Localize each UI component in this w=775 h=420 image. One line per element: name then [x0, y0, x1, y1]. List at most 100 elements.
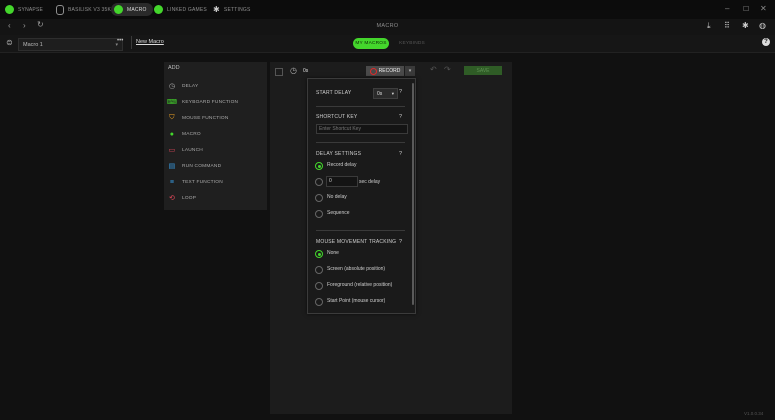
sec-delay-input[interactable]: 0 — [326, 176, 358, 187]
version-label: V1.0.0.34 — [744, 411, 764, 416]
sec-delay-radio[interactable] — [315, 178, 323, 186]
macro-bar: ⊜ Macro 1 ▾ ••• New Macro MY MACROS KEYB… — [0, 35, 775, 53]
mouse-icon: ⛉ — [169, 114, 175, 121]
keyboard-icon: ⌨ — [166, 99, 178, 106]
tracking-start-point-radio[interactable] — [315, 298, 323, 306]
delay-settings-label: DELAY SETTINGS — [316, 151, 362, 157]
add-keyboard-function[interactable]: ⌨ KEYBOARD FUNCTION — [166, 97, 239, 107]
add-text-function[interactable]: ≡ TEXT FUNCTION — [168, 177, 223, 187]
help-icon[interactable]: ? — [399, 114, 402, 120]
shortcut-key-label: SHORTCUT KEY — [316, 114, 358, 120]
start-delay-select[interactable]: 0s ▾ — [373, 88, 398, 99]
help-icon[interactable]: ? — [762, 38, 770, 46]
add-launch[interactable]: ▭ LAUNCH — [168, 145, 203, 155]
add-item-label: DELAY — [182, 83, 199, 89]
tab-label: MY MACROS — [355, 41, 387, 46]
clock-icon: ◷ — [168, 83, 176, 90]
mouse-tracking-label: MOUSE MOVEMENT TRACKING — [316, 239, 397, 245]
macro-icon — [114, 5, 123, 14]
tracking-start-point-label: Start Point (mouse cursor) — [327, 298, 386, 304]
close-icon[interactable]: ✕ — [760, 4, 767, 13]
tab-settings[interactable]: ✱ SETTINGS — [213, 3, 251, 16]
loop-icon: ⟲ — [168, 195, 176, 202]
shortcut-key-input[interactable] — [316, 124, 408, 134]
page-title: MACRO — [376, 23, 399, 29]
save-label: SAVE — [476, 67, 490, 74]
dropdown-scrollbar[interactable] — [412, 83, 414, 305]
nav-bar: ‹ › ↻ MACRO ⤓ ⠿ ✱ ◍ — [0, 19, 775, 35]
add-macro[interactable]: ● MACRO — [168, 129, 201, 139]
sequence-radio[interactable] — [315, 210, 323, 218]
mouse-icon — [56, 4, 64, 15]
add-item-label: KEYBOARD FUNCTION — [182, 99, 239, 105]
divider — [316, 106, 405, 107]
tab-synapse[interactable]: SYNAPSE — [5, 3, 43, 16]
sequence-label: Sequence — [327, 210, 350, 216]
start-delay-label: START DELAY — [316, 90, 352, 96]
maximize-icon[interactable]: ☐ — [743, 5, 749, 13]
add-mouse-function[interactable]: ⛉ MOUSE FUNCTION — [168, 113, 229, 123]
grid-icon[interactable]: ⠿ — [724, 21, 730, 30]
text-icon: ≡ — [169, 178, 175, 186]
tracking-foreground-label: Foreground (relative position) — [327, 282, 393, 288]
macro-list-icon: ⊜ — [6, 38, 13, 47]
record-delay-radio[interactable] — [315, 162, 323, 170]
help-icon[interactable]: ? — [399, 151, 402, 157]
top-tab-bar: SYNAPSE BASILISK V3 35K MACRO LINKED GAM… — [0, 0, 775, 19]
tab-label: KEYBINDS — [399, 41, 425, 46]
total-time: 0s — [303, 68, 309, 74]
add-panel-title: ADD — [168, 65, 180, 71]
macro-select[interactable]: Macro 1 ▾ — [18, 38, 123, 51]
record-label: RECORD — [378, 68, 401, 74]
terminal-icon: ▤ — [168, 163, 176, 170]
tracking-foreground-radio[interactable] — [315, 282, 323, 290]
account-icon[interactable]: ◍ — [759, 21, 766, 30]
help-icon[interactable]: ? — [399, 89, 402, 95]
download-icon[interactable]: ⤓ — [707, 21, 711, 31]
macro-icon: ● — [169, 130, 175, 138]
undo-icon[interactable]: ↶ — [430, 65, 437, 74]
minimize-icon[interactable]: – — [725, 4, 729, 13]
macro-select-value: Macro 1 — [23, 41, 43, 48]
tab-my-macros[interactable]: MY MACROS — [353, 38, 389, 49]
select-all-checkbox[interactable] — [275, 68, 283, 76]
tab-linked-games[interactable]: LINKED GAMES — [154, 3, 207, 16]
tab-macro[interactable]: MACRO — [111, 3, 153, 16]
new-macro-link[interactable]: New Macro — [136, 39, 164, 45]
redo-icon[interactable]: ↷ — [444, 65, 451, 74]
tab-label: BASILISK V3 35K — [68, 6, 112, 13]
tracking-none-label: None — [327, 250, 339, 256]
add-panel: ADD ◷ DELAY ⌨ KEYBOARD FUNCTION ⛉ MOUSE … — [164, 62, 267, 210]
record-button[interactable]: RECORD — [366, 66, 404, 76]
no-delay-radio[interactable] — [315, 194, 323, 202]
help-icon[interactable]: ? — [399, 239, 402, 245]
add-delay[interactable]: ◷ DELAY — [168, 81, 198, 91]
chevron-down-icon: ▾ — [391, 90, 394, 96]
no-delay-label: No delay — [327, 194, 347, 200]
more-options-button[interactable]: ••• — [117, 38, 123, 44]
add-loop[interactable]: ⟲ LOOP — [168, 193, 196, 203]
razer-icon — [5, 5, 14, 14]
tracking-none-radio[interactable] — [315, 250, 323, 258]
start-delay-value: 0s — [377, 90, 383, 97]
tab-basilisk[interactable]: BASILISK V3 35K — [56, 3, 111, 16]
record-settings-dropdown: START DELAY 0s ▾ ? SHORTCUT KEY ? DELAY … — [307, 78, 416, 314]
gamepad-icon — [154, 5, 163, 14]
add-item-label: MOUSE FUNCTION — [182, 115, 229, 121]
divider — [131, 36, 132, 49]
save-button[interactable]: SAVE — [464, 66, 502, 75]
tab-label: SYNAPSE — [18, 6, 44, 13]
add-item-label: LOOP — [182, 195, 197, 201]
record-options-button[interactable]: ▾ — [405, 66, 415, 76]
tracking-screen-radio[interactable] — [315, 266, 323, 274]
add-item-label: MACRO — [182, 131, 201, 137]
tab-keybinds[interactable]: KEYBINDS — [394, 38, 430, 49]
add-item-label: RUN COMMAND — [182, 163, 222, 169]
add-run-command[interactable]: ▤ RUN COMMAND — [168, 161, 221, 171]
add-item-label: LAUNCH — [182, 147, 203, 153]
add-item-label: TEXT FUNCTION — [182, 179, 223, 185]
gear-icon[interactable]: ✱ — [742, 21, 749, 30]
divider — [316, 230, 405, 231]
tab-label: SETTINGS — [223, 6, 251, 13]
gear-icon: ✱ — [213, 5, 220, 14]
